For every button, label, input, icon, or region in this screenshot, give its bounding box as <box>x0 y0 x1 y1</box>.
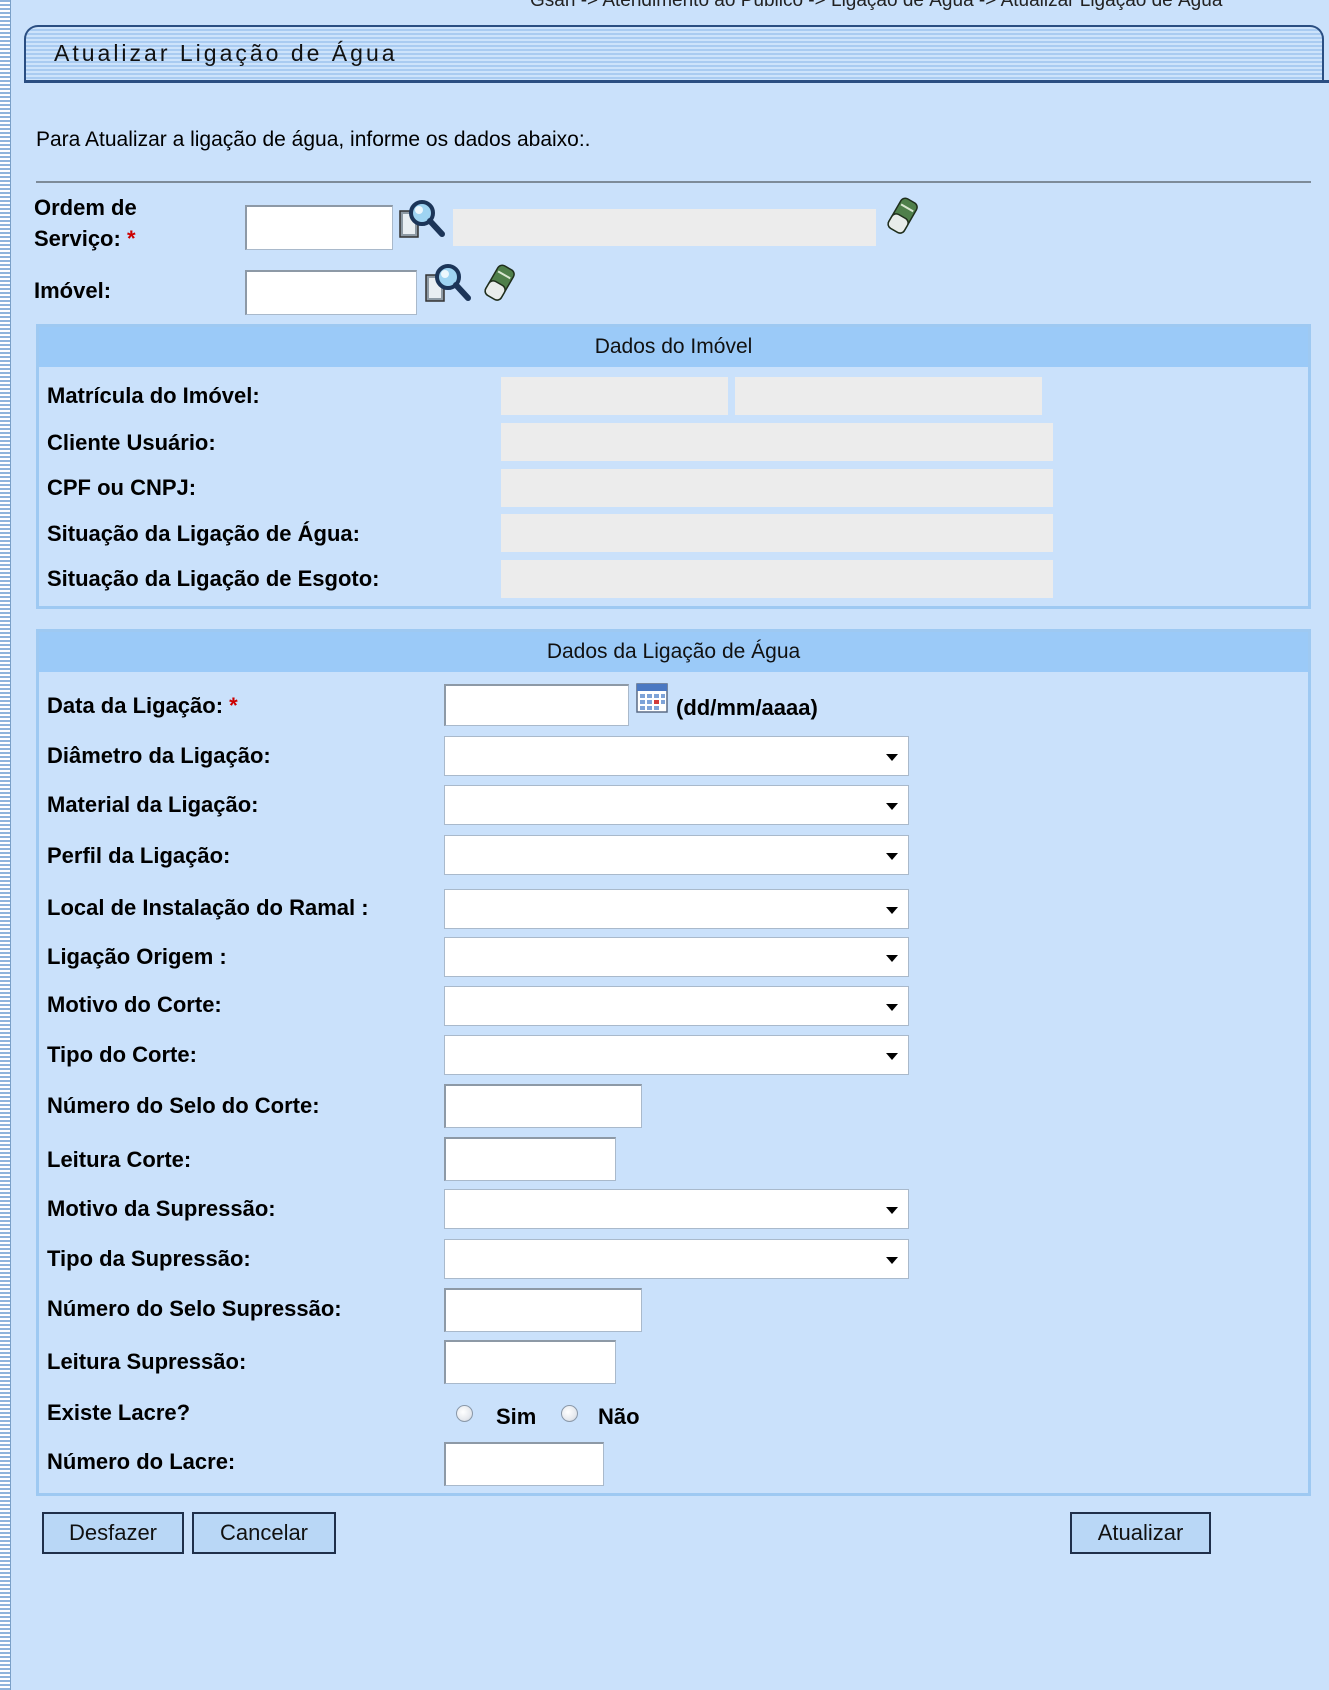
leitura-corte-label: Leitura Corte: <box>47 1147 192 1172</box>
material-select[interactable] <box>444 785 909 825</box>
numero-selo-supressao-input[interactable] <box>444 1288 642 1332</box>
chevron-down-icon <box>886 754 898 761</box>
ligacao-origem-select[interactable] <box>444 937 909 977</box>
cliente-usuario-value <box>501 423 1053 461</box>
page-title: Atualizar Ligação de Água <box>54 40 398 66</box>
calendar-icon[interactable] <box>636 683 668 718</box>
ligacao-origem-label: Ligação Origem : <box>47 944 227 969</box>
situacao-agua-label: Situação da Ligação de Água: <box>47 521 360 546</box>
title-divider <box>24 80 1329 83</box>
ordem-servico-input[interactable] <box>245 205 393 250</box>
breadcrumb: Gsan -> Atendimento ao Público -> Ligaçã… <box>530 0 1223 11</box>
motivo-supressao-select[interactable] <box>444 1189 909 1229</box>
required-asterisk: * <box>126 226 136 251</box>
search-magnifier-icon[interactable] <box>398 197 446 246</box>
situacao-esgoto-value <box>501 560 1053 598</box>
leitura-corte-input[interactable] <box>444 1137 616 1181</box>
material-label: Material da Ligação: <box>47 792 259 817</box>
atualizar-button[interactable]: Atualizar <box>1070 1512 1211 1554</box>
tipo-corte-select[interactable] <box>444 1035 909 1075</box>
cliente-usuario-label: Cliente Usuário: <box>47 430 216 455</box>
numero-selo-corte-label: Número do Selo do Corte: <box>47 1093 320 1118</box>
title-tab: Atualizar Ligação de Água <box>24 25 1324 81</box>
data-ligacao-label-text: Data da Ligação: <box>47 693 224 718</box>
chevron-down-icon <box>886 907 898 914</box>
existe-lacre-nao-label: Não <box>598 1404 640 1429</box>
matricula-value <box>501 377 728 415</box>
intro-text: Para Atualizar a ligação de água, inform… <box>36 128 591 151</box>
situacao-esgoto-label: Situação da Ligação de Esgoto: <box>47 566 380 591</box>
chevron-down-icon <box>886 1004 898 1011</box>
numero-selo-supressao-label: Número do Selo Supressão: <box>47 1296 342 1321</box>
perfil-select[interactable] <box>444 835 909 875</box>
dados-ligacao-header: Dados da Ligação de Água <box>39 632 1308 672</box>
matricula-label: Matrícula do Imóvel: <box>47 383 260 408</box>
cancelar-button[interactable]: Cancelar <box>192 1512 336 1554</box>
leitura-supressao-input[interactable] <box>444 1340 616 1384</box>
date-format-hint: (dd/mm/aaaa) <box>676 695 818 720</box>
leitura-supressao-label: Leitura Supressão: <box>47 1349 247 1374</box>
data-ligacao-label: Data da Ligação: * <box>47 690 238 721</box>
matricula-value-2 <box>735 377 1042 415</box>
situacao-agua-value <box>501 514 1053 552</box>
tipo-corte-label: Tipo do Corte: <box>47 1042 197 1067</box>
numero-selo-corte-input[interactable] <box>444 1084 642 1128</box>
imovel-label: Imóvel: <box>34 278 112 303</box>
existe-lacre-sim-label: Sim <box>496 1404 537 1429</box>
data-ligacao-input[interactable] <box>444 684 629 726</box>
chevron-down-icon <box>886 1207 898 1214</box>
horizontal-rule <box>36 181 1311 183</box>
search-magnifier-icon[interactable] <box>424 261 472 310</box>
motivo-corte-select[interactable] <box>444 986 909 1026</box>
ordem-servico-label-line1: Ordem de <box>34 195 137 220</box>
chevron-down-icon <box>886 1257 898 1264</box>
diametro-select[interactable] <box>444 736 909 776</box>
tipo-supressao-select[interactable] <box>444 1239 909 1279</box>
chevron-down-icon <box>886 1053 898 1060</box>
ordem-servico-label: Ordem de Serviço: * <box>34 192 137 254</box>
required-asterisk: * <box>229 693 238 718</box>
ordem-servico-label-line2: Serviço: <box>34 226 121 251</box>
motivo-corte-label: Motivo do Corte: <box>47 992 222 1017</box>
diametro-label: Diâmetro da Ligação: <box>47 743 271 768</box>
chevron-down-icon <box>886 803 898 810</box>
cpf-cnpj-value <box>501 469 1053 507</box>
cpf-cnpj-label: CPF ou CNPJ: <box>47 475 197 500</box>
existe-lacre-sim-radio[interactable] <box>456 1405 473 1422</box>
left-frame-stripe <box>0 0 11 1690</box>
perfil-label: Perfil da Ligação: <box>47 843 231 868</box>
local-instalacao-label: Local de Instalação do Ramal : <box>47 895 369 920</box>
local-instalacao-select[interactable] <box>444 889 909 929</box>
eraser-icon[interactable] <box>883 195 923 244</box>
existe-lacre-label: Existe Lacre? <box>47 1400 191 1425</box>
chevron-down-icon <box>886 853 898 860</box>
numero-lacre-label: Número do Lacre: <box>47 1449 236 1474</box>
desfazer-button[interactable]: Desfazer <box>42 1512 184 1554</box>
dados-imovel-header: Dados do Imóvel <box>39 327 1308 367</box>
existe-lacre-nao-radio[interactable] <box>561 1405 578 1422</box>
numero-lacre-input[interactable] <box>444 1442 604 1486</box>
motivo-supressao-label: Motivo da Supressão: <box>47 1196 276 1221</box>
ordem-servico-description <box>453 209 876 246</box>
imovel-input[interactable] <box>245 270 417 315</box>
chevron-down-icon <box>886 955 898 962</box>
tipo-supressao-label: Tipo da Supressão: <box>47 1246 251 1271</box>
eraser-icon[interactable] <box>480 262 520 311</box>
